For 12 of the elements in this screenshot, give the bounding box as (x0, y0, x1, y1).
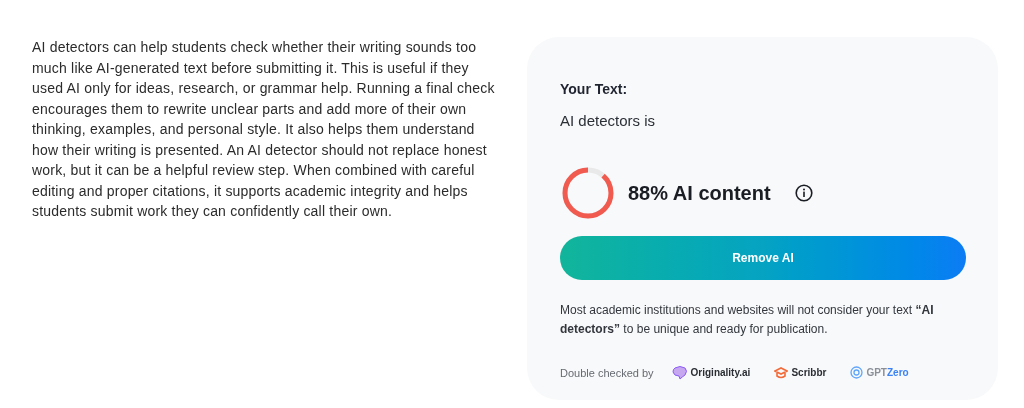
brand-logo-text: Scribbr (791, 366, 827, 381)
remove-ai-button[interactable]: Remove AI (560, 235, 966, 280)
info-icon (794, 183, 813, 202)
article-paragraph: AI detectors can help students check whether their writing sounds too much like AI-generated text before submitting it. This is useful if they used AI only for ideas, research, or grammar help. Running a final check encourages them to rewrite unclear parts and add more of their own thinking, examples, and personal style. It also helps them understand how their writing is presented. An AI detector should not replace honest work, but it can be a helpful review step. When combined with careful editing and proper citations, it supports academic integrity and helps students submit work they can confidently call their own. (32, 38, 495, 221)
graduation-cap-icon (774, 366, 789, 379)
score-label: 88% AI content (628, 180, 771, 206)
brand-logo-text: Originality.ai (690, 366, 751, 381)
brand-logo-text: GPTZero (866, 366, 909, 381)
double-checked-label: Double checked by (560, 365, 654, 381)
card-heading: Your Text: (560, 80, 629, 99)
publication-note: Most academic institutions and websites will not consider your text “AI detectors” to be unique and ready for publication. (560, 301, 935, 338)
input-text: AI detectors is (560, 111, 657, 131)
